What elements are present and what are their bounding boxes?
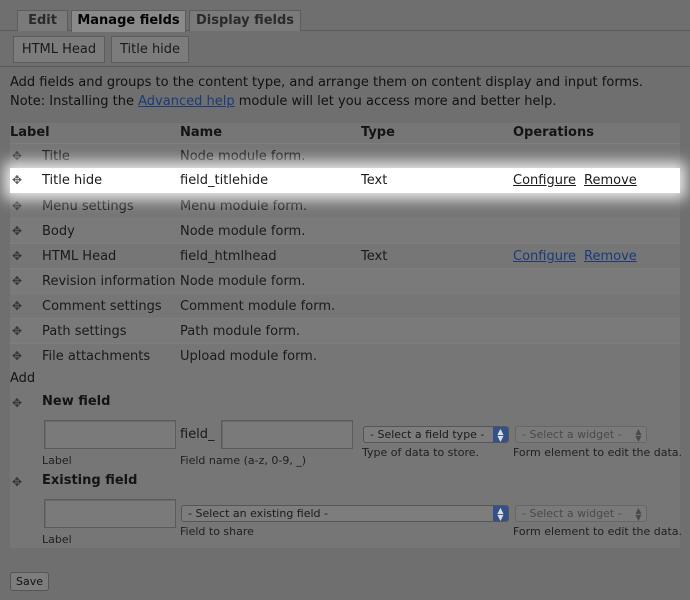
drag-handle-icon[interactable]: ✥ (10, 324, 24, 338)
fields-table: Label Name Type Operations ✥ Title Node mo… (10, 123, 683, 548)
row-name: Upload module form. (180, 349, 317, 364)
table-row: ✥ Comment settings Comment module form. (10, 293, 680, 318)
table-row: ✥ Revision information Node module form. (10, 268, 680, 293)
existing-field-caption: Field to share (180, 525, 254, 538)
row-label: Path settings (42, 324, 127, 339)
row-name: Comment module form. (180, 299, 336, 314)
primary-tabs: Edit Manage fields Display fields (0, 0, 690, 32)
table-row: ✥ Menu settings Menu module form. (10, 193, 680, 218)
table-row: ✥ HTML Head field_htmlhead Text Configure Rem… (10, 243, 680, 268)
save-button[interactable]: Save (10, 572, 49, 591)
tab-manage-fields[interactable]: Manage fields (71, 10, 186, 32)
table-row: ✥ Title hide field_titlehide Text Configure R… (10, 168, 680, 193)
drag-handle-icon[interactable]: ✥ (10, 149, 24, 163)
configure-link[interactable]: Configure (513, 244, 576, 269)
remove-link[interactable]: Remove (584, 244, 637, 269)
existing-field-widget-select-value: - Select a widget - (522, 507, 622, 520)
field-name-caption: Field name (a-z, 0-9, _) (180, 454, 307, 467)
table-header: Label Name Type Operations (10, 123, 680, 143)
drag-handle-icon[interactable]: ✥ (10, 396, 24, 410)
row-label: HTML Head (42, 249, 117, 264)
field-type-select-value: - Select a field type - (370, 428, 485, 441)
secondary-tabs: HTML Head Title hide (0, 31, 690, 67)
new-field-widget-select-value: - Select a widget - (522, 428, 622, 441)
field-type-caption: Type of data to store. (362, 446, 479, 459)
row-name: Path module form. (180, 324, 300, 339)
select-arrow-icon: ▲ ▼ (493, 506, 508, 521)
tab-edit[interactable]: Edit (17, 10, 68, 31)
row-name: field_titlehide (180, 173, 269, 188)
row-type: Text (361, 249, 388, 264)
row-type: Text (361, 173, 388, 188)
add-heading: Add (10, 371, 36, 386)
help-line-1: Add fields and groups to the content typ… (10, 75, 644, 90)
header-name: Name (180, 125, 223, 140)
row-name: Node module form. (180, 274, 306, 289)
select-arrow-icon: ▲ ▼ (493, 427, 508, 442)
row-label: File attachments (42, 349, 151, 364)
existing-field-select[interactable]: - Select an existing field - ▲ ▼ (181, 505, 509, 522)
new-field-widget-select[interactable]: - Select a widget - ▲ ▼ (515, 426, 647, 443)
help-text: Add fields and groups to the content typ… (10, 73, 685, 111)
row-label: Revision information (42, 274, 176, 289)
row-name: Node module form. (180, 149, 306, 164)
row-name: Menu module form. (180, 199, 308, 214)
existing-field-label-caption: Label (42, 533, 72, 546)
drag-handle-icon[interactable]: ✥ (10, 274, 24, 288)
drag-handle-icon[interactable]: ✥ (10, 349, 24, 363)
subtab-html-head[interactable]: HTML Head (13, 36, 105, 63)
existing-field-widget-select[interactable]: - Select a widget - ▲ ▼ (515, 505, 647, 522)
drag-handle-icon[interactable]: ✥ (10, 249, 24, 263)
new-field-name-input[interactable] (221, 420, 353, 449)
help-line-2: Note: Installing the Advanced help modul… (10, 92, 685, 111)
header-type: Type (361, 125, 395, 140)
row-label: Body (42, 224, 75, 239)
table-row: ✥ Body Node module form. (10, 218, 680, 243)
new-field-label-input[interactable] (44, 420, 176, 449)
field-name-prefix: field_ (180, 427, 215, 442)
drag-handle-icon[interactable]: ✥ (10, 173, 24, 187)
help-line-2-prefix: Note: Installing the (10, 94, 139, 109)
field-type-select[interactable]: - Select a field type - ▲ ▼ (363, 426, 509, 443)
existing-field-widget-caption: Form element to edit the data. (513, 525, 683, 538)
existing-field-select-value: - Select an existing field - (188, 507, 328, 520)
table-row: ✥ Title Node module form. (10, 143, 680, 168)
new-field-label-caption: Label (42, 454, 72, 467)
header-label: Label (10, 125, 50, 140)
advanced-help-link[interactable]: Advanced help (138, 94, 234, 109)
row-label: Title (42, 149, 70, 164)
drag-handle-icon[interactable]: ✥ (10, 199, 24, 213)
select-arrow-icon: ▲ ▼ (635, 506, 642, 522)
table-row: ✥ File attachments Upload module form. (10, 343, 680, 368)
new-field-widget-caption: Form element to edit the data. (513, 446, 683, 459)
existing-field-label-input[interactable] (44, 499, 176, 528)
drag-handle-icon[interactable]: ✥ (10, 475, 24, 489)
configure-link[interactable]: Configure (513, 168, 576, 193)
row-label: Menu settings (42, 199, 134, 214)
select-arrow-icon: ▲ ▼ (635, 427, 642, 443)
drag-handle-icon[interactable]: ✥ (10, 299, 24, 313)
remove-link[interactable]: Remove (584, 168, 637, 193)
table-row: ✥ Path settings Path module form. (10, 318, 680, 343)
help-line-2-suffix: module will let you access more and bett… (234, 94, 557, 109)
row-name: field_htmlhead (180, 249, 277, 264)
new-field-title: New field (42, 394, 111, 409)
existing-field-title: Existing field (42, 473, 138, 488)
header-operations: Operations (513, 125, 594, 140)
row-label: Comment settings (42, 299, 162, 314)
tab-display-fields[interactable]: Display fields (189, 10, 301, 31)
subtab-title-hide[interactable]: Title hide (111, 36, 189, 63)
row-label: Title hide (42, 173, 103, 188)
row-name: Node module form. (180, 224, 306, 239)
drag-handle-icon[interactable]: ✥ (10, 224, 24, 238)
